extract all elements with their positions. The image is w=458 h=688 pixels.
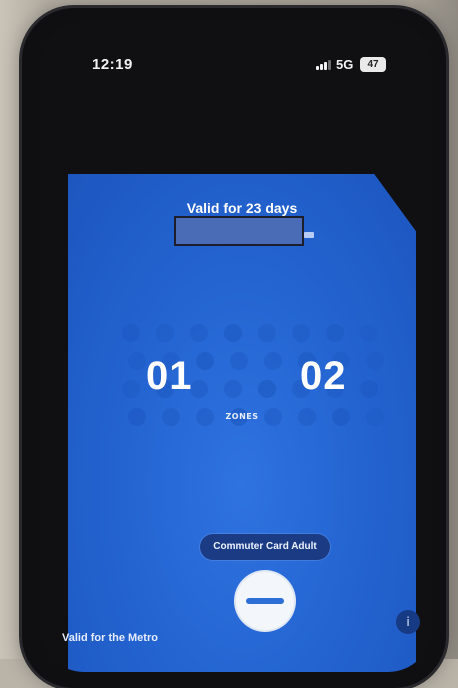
- pattern-dot: [122, 324, 140, 342]
- status-time: 12:19: [92, 56, 133, 73]
- status-bar: 12:19 5G 47: [40, 56, 432, 80]
- zone-start-number: 01: [146, 354, 193, 398]
- pattern-dot: [258, 324, 276, 342]
- pattern-dot: [264, 352, 282, 370]
- badge-bar: [246, 598, 284, 604]
- pattern-dot: [292, 324, 310, 342]
- metro-ticket-card[interactable]: Valid for 23 days 01 02 ZONES Commuter C…: [68, 174, 416, 672]
- info-icon[interactable]: i: [396, 610, 420, 634]
- zone-end-number: 02: [300, 354, 347, 398]
- pattern-dot: [128, 352, 146, 370]
- phone-screen: 12:19 5G 47 Valid for 23 days 01 02 ZONE…: [40, 22, 432, 672]
- battery-icon: 47: [360, 57, 386, 72]
- pattern-dot: [326, 324, 344, 342]
- pattern-dot: [258, 380, 276, 398]
- pattern-dot: [190, 380, 208, 398]
- pattern-dot: [196, 352, 214, 370]
- zones-label: ZONES: [225, 412, 259, 421]
- valid-for-metro-text: Valid for the Metro: [62, 632, 158, 644]
- pattern-dot: [360, 380, 378, 398]
- pattern-dot: [366, 352, 384, 370]
- pattern-dot: [122, 380, 140, 398]
- pattern-dot: [360, 324, 378, 342]
- pattern-dot: [190, 324, 208, 342]
- pattern-dot: [224, 380, 242, 398]
- cellular-signal-icon: [316, 60, 331, 70]
- network-indicator: 5G: [336, 57, 354, 72]
- pattern-dot: [230, 352, 248, 370]
- pattern-dot: [224, 324, 242, 342]
- pattern-dot: [156, 324, 174, 342]
- validation-badge[interactable]: [236, 572, 294, 630]
- ticket-type-pill[interactable]: Commuter Card Adult: [200, 534, 330, 560]
